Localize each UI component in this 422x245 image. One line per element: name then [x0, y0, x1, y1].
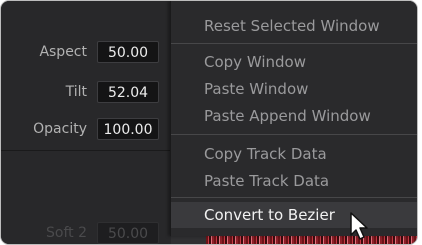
menu-separator [171, 134, 417, 135]
menu-item-paste-append-window[interactable]: Paste Append Window [171, 103, 417, 129]
menu-item-convert-to-bezier[interactable]: Convert to Bezier [171, 202, 417, 228]
menu-separator [171, 43, 417, 44]
tilt-field[interactable]: 52.04 [97, 81, 159, 103]
mouse-pointer-icon [350, 212, 368, 240]
aspect-field[interactable]: 50.00 [97, 41, 159, 63]
context-menu: Reset Selected Window Copy Window Paste … [170, 1, 417, 236]
tilt-label: Tilt [65, 84, 87, 100]
soft-2-field[interactable]: 50.00 [97, 222, 159, 244]
opacity-field[interactable]: 100.00 [97, 118, 159, 140]
menu-item-paste-track-data[interactable]: Paste Track Data [171, 168, 417, 194]
soft-2-label: Soft 2 [46, 225, 87, 241]
window-parameters-panel: Aspect 50.00 Tilt 52.04 Opacity 100.00 S… [1, 1, 171, 244]
opacity-label: Opacity [33, 121, 87, 137]
ui-frame: Aspect 50.00 Tilt 52.04 Opacity 100.00 S… [1, 1, 417, 244]
aspect-label: Aspect [39, 44, 87, 60]
panel-divider [1, 150, 171, 151]
menu-item-copy-window[interactable]: Copy Window [171, 49, 417, 75]
menu-item-copy-track-data[interactable]: Copy Track Data [171, 141, 417, 167]
menu-separator [171, 197, 417, 198]
menu-item-reset-selected-window[interactable]: Reset Selected Window [171, 13, 417, 39]
menu-item-paste-window[interactable]: Paste Window [171, 76, 417, 102]
